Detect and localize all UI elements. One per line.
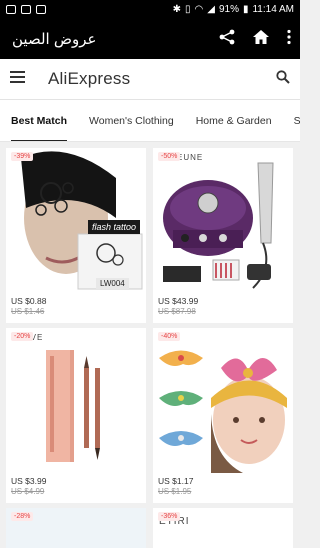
tab-home-garden[interactable]: Home & Garden <box>185 100 283 141</box>
notification-icon <box>21 5 31 14</box>
signal-icon: ◢ <box>207 4 215 15</box>
product-card-eyebrow-pencil[interactable]: -20% D LIVE US $3.99 US $4.99 <box>6 328 146 503</box>
product-price: US $3.99 <box>11 476 47 486</box>
home-icon[interactable] <box>252 28 270 51</box>
product-old-price: US $87.98 <box>158 307 196 316</box>
product-old-price: US $1.95 <box>158 487 192 496</box>
vibrate-icon: ▯ <box>185 4 191 15</box>
status-bar: ✱ ▯ ◠ ◢ 91% ▮ 11:14 AM <box>0 0 300 19</box>
wifi-icon: ◠ <box>194 4 204 15</box>
category-tabs: Best Match Women's Clothing Home & Garde… <box>0 100 300 142</box>
brand-logo[interactable]: AliExpress <box>48 69 276 89</box>
product-code: LW004 <box>96 278 129 289</box>
product-card-6[interactable]: -36% ETIRI <box>153 508 293 548</box>
site-header: AliExpress <box>0 59 300 100</box>
product-image: -28% <box>6 508 146 548</box>
clock: 11:14 AM <box>252 4 294 15</box>
product-price: US $1.17 <box>158 476 194 486</box>
discount-badge: -39% <box>11 152 34 161</box>
product-image: -40% <box>153 328 293 473</box>
share-icon[interactable] <box>218 28 236 51</box>
discount-badge: -28% <box>11 512 34 521</box>
product-image: -39% flash tattoo LW004 <box>6 148 146 293</box>
overlay-caption: flash tattoo <box>88 220 141 234</box>
product-image: -50% EUNE <box>153 148 293 293</box>
tab-womens-clothing[interactable]: Women's Clothing <box>78 100 185 141</box>
image-icon <box>36 5 46 14</box>
product-card-tattoo[interactable]: -39% flash tattoo LW004 US $0.88 US $1.4… <box>6 148 146 323</box>
product-price: US $43.99 <box>158 296 199 306</box>
product-card-headband[interactable]: -40% US $1.17 US $1.95 <box>153 328 293 503</box>
product-card-5[interactable]: -28% <box>6 508 146 548</box>
product-image: -20% D LIVE <box>6 328 146 473</box>
discount-badge: -40% <box>158 332 181 341</box>
search-icon[interactable] <box>276 69 290 89</box>
product-old-price: US $1.46 <box>11 307 45 316</box>
product-price: US $0.88 <box>11 296 47 306</box>
product-card-nail-drill[interactable]: -50% EUNE US $43.99 US $87.98 <box>153 148 293 323</box>
tab-sports[interactable]: Sp <box>283 100 300 141</box>
discount-badge: -36% <box>158 512 181 521</box>
discount-badge: -50% <box>158 152 181 161</box>
battery-percent: 91% <box>218 4 239 15</box>
product-old-price: US $4.99 <box>11 487 45 496</box>
product-image: -36% ETIRI <box>153 508 293 548</box>
app-title: عروض الصين <box>12 31 97 48</box>
whatsapp-icon <box>6 5 16 14</box>
menu-icon[interactable] <box>10 70 26 89</box>
more-options-icon[interactable] <box>286 28 292 51</box>
discount-badge: -20% <box>11 332 34 341</box>
bluetooth-icon: ✱ <box>172 4 181 15</box>
tab-best-match[interactable]: Best Match <box>0 100 78 141</box>
battery-icon: ▮ <box>242 4 249 15</box>
app-bar: عروض الصين <box>0 19 300 59</box>
